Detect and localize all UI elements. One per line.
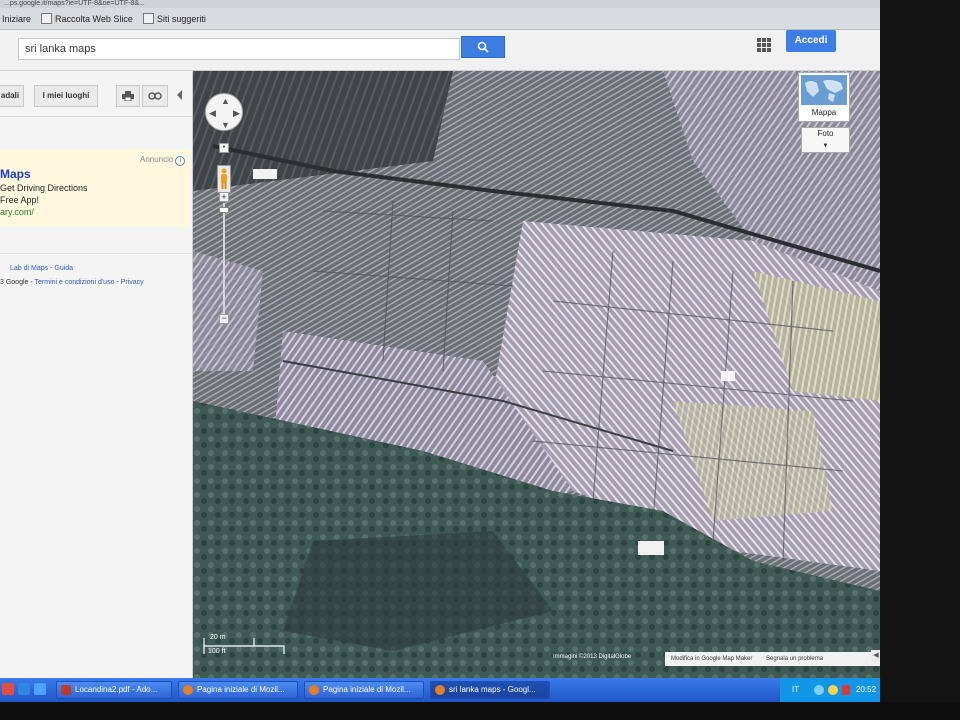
copyright-text: 3 Google <box>0 279 29 286</box>
monitor-bezel <box>880 0 960 720</box>
pan-control[interactable]: ▲ ▼ ◀ ▶ <box>205 93 243 131</box>
imagery-credit: Immagini ©2013 DigitalGlobe <box>553 654 632 660</box>
search-button[interactable] <box>461 36 505 58</box>
satellite-map[interactable]: ▲ ▼ ◀ ▶ • + − Mappa Foto ▼ 20 m 100 ft I… <box>193 71 880 681</box>
signin-button[interactable]: Accedi <box>786 30 836 52</box>
help-link[interactable]: Guida <box>54 265 73 272</box>
bookmark-label: Iniziare <box>2 13 32 24</box>
quick-launch-icon[interactable] <box>34 683 46 695</box>
maps-lab-link[interactable]: Lab di Maps <box>10 265 48 272</box>
apps-grid-icon[interactable] <box>757 38 771 52</box>
terms-link[interactable]: Termini e condizioni d'uso <box>35 279 115 286</box>
zoom-in-button[interactable]: + <box>219 192 229 202</box>
quick-launch-icon[interactable] <box>2 683 14 695</box>
bookmark-suggested-sites[interactable]: Siti suggeriti <box>142 13 206 24</box>
chevron-down-icon: ▼ <box>822 143 829 149</box>
security-icon[interactable] <box>842 685 850 695</box>
taskbar-item-adobe[interactable]: Locandina2.pdf - Ado... <box>56 681 172 699</box>
taskbar-item-firefox[interactable]: Pagina iniziale di Mozil... <box>304 681 424 699</box>
ad-url[interactable]: ary.com/ <box>0 207 34 217</box>
sponsored-ad[interactable]: Annuncio i Maps Get Driving Directions Fr… <box>0 149 190 227</box>
system-tray: IT 20:52 <box>780 678 884 702</box>
map-scale: 20 m 100 ft <box>202 634 286 658</box>
photos-label: Foto <box>817 129 834 138</box>
network-icon[interactable] <box>814 685 824 695</box>
ad-text: Free App! <box>0 195 40 205</box>
pdf-icon <box>61 685 71 695</box>
pegman-icon <box>221 168 227 189</box>
sidebar-tool-button[interactable]: adali <box>0 85 24 107</box>
quick-launch-icon[interactable] <box>18 683 30 695</box>
firefox-icon <box>309 685 319 695</box>
google-header: sri lanka maps Accedi <box>0 30 880 71</box>
info-icon[interactable]: i <box>175 156 186 166</box>
collapse-panel-icon[interactable] <box>177 90 182 100</box>
bookmark-label: Siti suggeriti <box>156 13 206 24</box>
taskbar-label: Pagina iniziale di Mozil... <box>323 685 411 694</box>
clock[interactable]: 20:52 <box>856 678 876 702</box>
taskbar-label: Locandina2.pdf - Ado... <box>75 685 158 694</box>
volume-icon[interactable] <box>828 685 838 695</box>
privacy-link[interactable]: Privacy <box>121 279 144 286</box>
search-icon <box>477 41 489 53</box>
sidebar-toolbar: adali I miei luoghi <box>0 85 192 109</box>
bookmarks-bar: Iniziare Raccolta Web Slice Siti suggeri… <box>0 8 880 30</box>
firefox-icon <box>183 685 193 695</box>
attribution-bar: Modifica in Google Map Maker Segnala un … <box>665 652 880 666</box>
zoom-slider-handle[interactable] <box>219 207 229 213</box>
taskbar-label: sri lanka maps - Googl... <box>449 685 536 694</box>
footer-legal: 3 Google - Termini e condizioni d'uso - … <box>0 279 144 286</box>
satellite-imagery <box>193 71 880 681</box>
street-view-pegman[interactable] <box>217 165 231 193</box>
print-icon <box>122 91 134 102</box>
report-problem-link[interactable]: Segnala un problema <box>760 656 829 662</box>
suggested-sites-icon <box>142 13 154 24</box>
map-maker-link[interactable]: Modifica in Google Map Maker <box>665 656 758 662</box>
link-button[interactable] <box>142 85 168 107</box>
taskbar-item-firefox[interactable]: Pagina iniziale di Mozil... <box>178 681 298 699</box>
map-type-button[interactable]: Mappa <box>798 72 850 122</box>
ad-title[interactable]: Maps <box>0 167 31 181</box>
web-slice-icon <box>41 13 53 24</box>
bookmark-iniziare[interactable]: Iniziare <box>2 14 31 24</box>
zoom-slider-track[interactable] <box>223 203 225 315</box>
monitor-bezel-bottom <box>0 702 960 720</box>
print-button[interactable] <box>116 85 140 107</box>
bookmark-web-slice[interactable]: Raccolta Web Slice <box>41 13 133 24</box>
my-places-button[interactable]: I miei luoghi <box>34 85 98 107</box>
firefox-icon <box>435 685 445 695</box>
scale-imperial: 100 ft <box>208 648 226 655</box>
search-input[interactable]: sri lanka maps <box>18 38 460 60</box>
divider <box>0 116 192 117</box>
reset-view-button[interactable]: • <box>219 143 229 153</box>
close-icon[interactable]: ◀ <box>871 650 880 662</box>
photos-toggle[interactable]: Foto ▼ <box>801 127 850 153</box>
taskbar-label: Pagina iniziale di Mozil... <box>197 685 285 694</box>
footer-links: Lab di Maps - Guida <box>10 265 73 272</box>
bookmark-label: Raccolta Web Slice <box>55 13 133 24</box>
link-icon <box>148 92 162 100</box>
world-map-icon <box>805 79 843 102</box>
zoom-out-button[interactable]: − <box>219 314 229 324</box>
divider <box>0 253 192 254</box>
map-type-label: Mappa <box>811 108 837 117</box>
windows-taskbar: Locandina2.pdf - Ado... Pagina iniziale … <box>0 678 884 702</box>
sidebar: adali I miei luoghi Annuncio i Maps Get D… <box>0 71 193 681</box>
screen: ...ps.google.it/maps?ie=UTF-8&oe=UTF-8&.… <box>0 0 880 700</box>
taskbar-item-maps[interactable]: sri lanka maps - Googl... <box>430 681 550 699</box>
url-strip[interactable]: ...ps.google.it/maps?ie=UTF-8&oe=UTF-8&.… <box>0 0 880 8</box>
ad-label: Annuncio i <box>140 155 186 166</box>
language-indicator[interactable]: IT <box>792 678 799 702</box>
ad-text: Get Driving Directions <box>0 183 88 193</box>
map-thumbnail <box>801 75 847 105</box>
